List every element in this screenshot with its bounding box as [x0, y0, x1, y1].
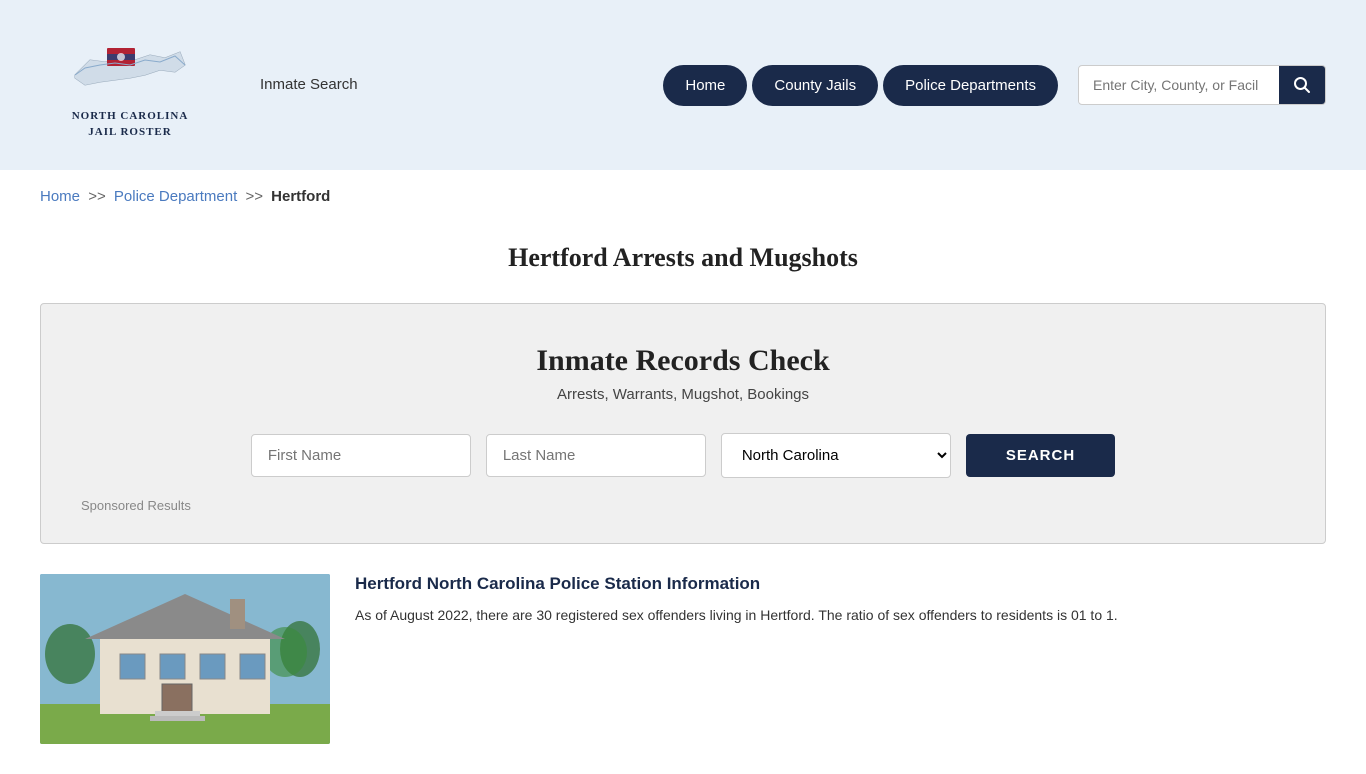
station-body: As of August 2022, there are 30 register… [355, 604, 1326, 626]
nav-area: Home County Jails Police Departments [388, 65, 1326, 106]
records-form: North CarolinaAlabamaAlaskaArizonaArkans… [81, 433, 1285, 478]
station-image [40, 574, 330, 744]
station-building-illustration [40, 574, 330, 744]
station-text-area: Hertford North Carolina Police Station I… [355, 574, 1326, 626]
bottom-section: Hertford North Carolina Police Station I… [0, 574, 1366, 774]
nc-map-icon [65, 30, 195, 105]
first-name-input[interactable] [251, 434, 471, 477]
breadcrumb: Home >> Police Department >> Hertford [0, 170, 1366, 223]
nav-county-jails-button[interactable]: County Jails [752, 65, 878, 106]
page-title: Hertford Arrests and Mugshots [40, 243, 1326, 273]
breadcrumb-sep-2: >> [245, 188, 263, 205]
header-search-area [1078, 65, 1326, 105]
nav-links: Home County Jails Police Departments [663, 65, 1058, 106]
inmate-search-link[interactable]: Inmate Search [260, 76, 358, 93]
search-icon [1293, 76, 1311, 94]
records-subtitle: Arrests, Warrants, Mugshot, Bookings [81, 386, 1285, 403]
breadcrumb-police-dept[interactable]: Police Department [114, 188, 237, 205]
site-header: NORTH CAROLINA JAIL ROSTER Inmate Search… [0, 0, 1366, 170]
sponsored-text: Sponsored Results [81, 498, 1285, 513]
page-title-area: Hertford Arrests and Mugshots [0, 223, 1366, 303]
records-box: Inmate Records Check Arrests, Warrants, … [40, 303, 1326, 544]
breadcrumb-current: Hertford [271, 188, 330, 205]
logo-area: NORTH CAROLINA JAIL ROSTER [40, 30, 220, 140]
header-search-button[interactable] [1279, 66, 1325, 104]
station-heading: Hertford North Carolina Police Station I… [355, 574, 1326, 594]
breadcrumb-home[interactable]: Home [40, 188, 80, 205]
last-name-input[interactable] [486, 434, 706, 477]
station-image-inner [40, 574, 330, 744]
logo-text: NORTH CAROLINA JAIL ROSTER [72, 109, 189, 140]
state-select[interactable]: North CarolinaAlabamaAlaskaArizonaArkans… [721, 433, 951, 478]
nav-home-button[interactable]: Home [663, 65, 747, 106]
records-search-button[interactable]: SEARCH [966, 434, 1115, 477]
header-search-input[interactable] [1079, 67, 1279, 103]
records-title: Inmate Records Check [81, 344, 1285, 378]
nav-police-departments-button[interactable]: Police Departments [883, 65, 1058, 106]
breadcrumb-sep-1: >> [88, 188, 106, 205]
